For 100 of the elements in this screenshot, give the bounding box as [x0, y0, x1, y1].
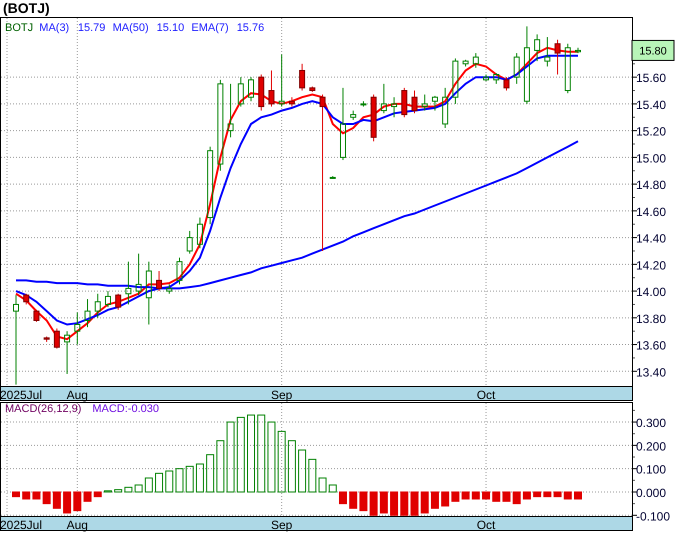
candlestick	[452, 58, 458, 104]
histogram-bar	[543, 492, 552, 498]
axis-label: 15.20	[636, 124, 666, 139]
histogram-bar	[451, 492, 460, 502]
axis-label: 2025Jul	[0, 388, 42, 402]
histogram-bar	[349, 492, 358, 509]
candlestick	[84, 298, 91, 328]
histogram-bar	[124, 486, 132, 492]
histogram-bar	[267, 422, 276, 492]
axis-label: 14.60	[636, 204, 666, 219]
histogram-bar	[318, 478, 327, 492]
legend-value: 15.10	[156, 22, 184, 34]
candlestick	[33, 309, 40, 322]
histogram-bar	[226, 422, 235, 492]
histogram-bar	[533, 492, 542, 498]
histogram-bar	[502, 492, 510, 502]
axis-label: 14.20	[636, 258, 666, 272]
histogram-bar	[512, 492, 521, 504]
price-badge-label: 15.80	[639, 45, 667, 58]
legend-value: 15.79	[78, 22, 106, 34]
histogram-bar	[420, 492, 429, 514]
histogram-bar	[73, 492, 82, 512]
axis-label: Oct	[476, 388, 496, 402]
histogram-bar	[144, 478, 153, 492]
axis-label: 14.00	[636, 285, 666, 300]
legend-value: 15.76	[236, 22, 264, 34]
axis-label: 2025Jul	[0, 518, 42, 532]
candlestick	[74, 312, 80, 346]
histogram-bar	[308, 458, 316, 492]
candlestick	[462, 59, 469, 67]
candlestick	[442, 87, 448, 128]
histogram-bar	[22, 492, 30, 500]
candlestick	[166, 284, 172, 294]
axis-label: Oct	[476, 518, 496, 532]
candlestick	[534, 34, 540, 62]
candlestick	[493, 72, 500, 84]
histogram-bar	[338, 492, 347, 504]
candlestick	[23, 293, 30, 305]
axis-label: 15.00	[636, 151, 666, 166]
histogram-bar	[472, 492, 480, 500]
histogram-bar	[482, 492, 490, 500]
histogram-bar	[42, 492, 51, 504]
candlestick	[146, 261, 152, 325]
axis-label: 13.60	[636, 338, 666, 353]
candlestick	[104, 290, 111, 308]
histogram-bar	[492, 492, 500, 502]
axis-label: 0.300	[636, 416, 666, 430]
histogram-bar	[32, 492, 40, 500]
histogram-bar	[63, 492, 72, 514]
axis-label: 13.40	[636, 365, 666, 380]
histogram-bar	[370, 492, 378, 516]
histogram-bar	[134, 484, 143, 492]
candlestick	[432, 95, 438, 112]
candlestick	[186, 230, 193, 254]
histogram-bar	[359, 492, 368, 512]
candlestick	[330, 176, 336, 180]
candlestick	[412, 90, 418, 114]
histogram-bar	[430, 492, 439, 509]
histogram-bar	[104, 490, 112, 492]
candlestick	[115, 293, 122, 310]
candlestick	[575, 47, 581, 54]
candlestick	[176, 257, 182, 285]
candlestick	[94, 293, 101, 318]
histogram-bar	[278, 430, 286, 492]
candlestick	[564, 43, 571, 94]
candlestick	[136, 253, 142, 296]
axis-label: 0.000	[636, 486, 666, 500]
candlestick	[278, 54, 285, 108]
histogram-bar	[206, 454, 214, 492]
histogram-bar	[441, 492, 450, 506]
histogram-bar	[94, 492, 102, 498]
candlestick	[544, 36, 550, 67]
legend-label: EMA(7)	[191, 22, 229, 34]
axis-label: 15.40	[636, 98, 666, 112]
histogram-bar	[288, 440, 296, 492]
candlestick	[350, 110, 356, 120]
candlestick	[54, 328, 60, 350]
histogram-bar	[390, 492, 398, 516]
legend-label: BOTJ	[5, 22, 34, 34]
axis-label: 14.40	[636, 232, 666, 246]
histogram-bar	[554, 492, 562, 498]
candlestick	[422, 94, 428, 112]
histogram-bar	[165, 470, 174, 492]
candlestick	[268, 70, 274, 108]
candlestick	[554, 39, 561, 75]
histogram-bar	[12, 492, 20, 498]
histogram-bar	[84, 492, 92, 502]
candlestick	[288, 96, 295, 108]
histogram-bar	[114, 489, 122, 492]
axis-label: Sep	[271, 388, 292, 402]
candlestick	[196, 217, 203, 249]
axis-label: 0.200	[636, 439, 666, 454]
histogram-bar	[574, 492, 582, 500]
histogram-bar	[522, 492, 531, 500]
candlestick	[309, 86, 316, 92]
candlestick	[401, 87, 408, 118]
candlestick	[380, 83, 387, 114]
candlestick	[248, 76, 254, 102]
histogram-bar	[410, 492, 418, 516]
candlestick	[238, 76, 244, 108]
